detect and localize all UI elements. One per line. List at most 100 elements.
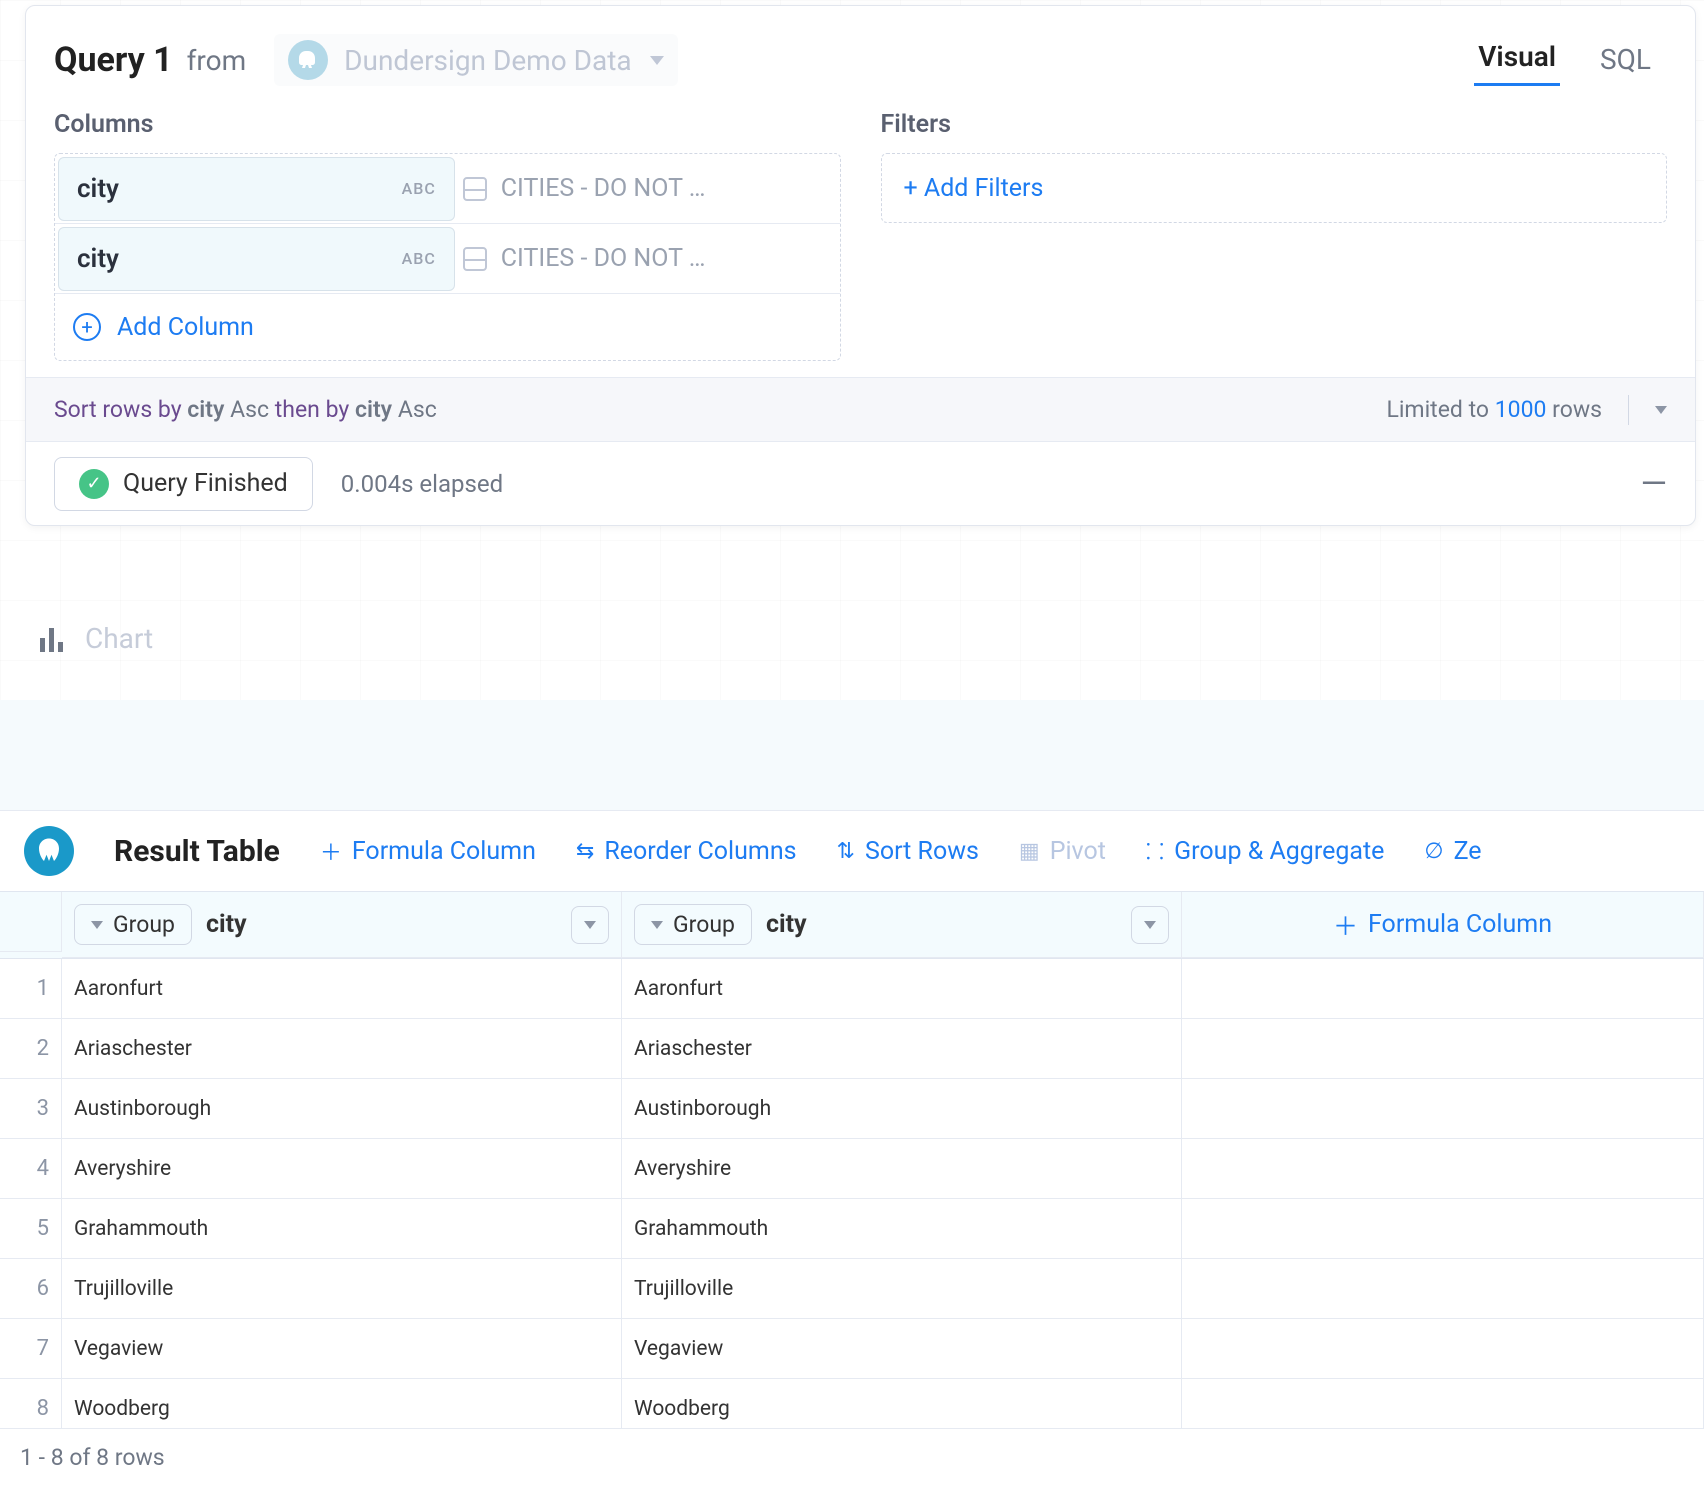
- add-filters-button[interactable]: + Add Filters: [881, 153, 1668, 223]
- column-header: Group city: [62, 892, 622, 958]
- collapse-icon[interactable]: —: [1640, 464, 1667, 504]
- limit-text: Limited to 1000 rows: [1386, 396, 1602, 423]
- cell-empty: [1182, 959, 1704, 1019]
- cell[interactable]: Averyshire: [62, 1139, 622, 1199]
- status-bar: ✓ Query Finished 0.004s elapsed —: [26, 441, 1695, 525]
- index-header: [0, 892, 62, 952]
- column-row: city ABC CITIES - DO NOT …: [55, 154, 840, 224]
- column-header: Group city: [622, 892, 1182, 958]
- column-chip[interactable]: city ABC: [58, 227, 455, 291]
- sort-dir-2: Asc: [398, 396, 437, 423]
- row-index: 1: [0, 959, 62, 1019]
- column-menu-button[interactable]: [1131, 906, 1169, 944]
- cell[interactable]: Austinborough: [622, 1079, 1182, 1139]
- cell[interactable]: Grahammouth: [622, 1199, 1182, 1259]
- reorder-columns-button[interactable]: ⇆Reorder Columns: [576, 837, 797, 866]
- results-title: Result Table: [114, 834, 280, 869]
- cell[interactable]: Ariaschester: [622, 1019, 1182, 1079]
- column-menu-button[interactable]: [571, 906, 609, 944]
- from-label: from: [187, 44, 246, 77]
- cell[interactable]: Vegaview: [62, 1319, 622, 1379]
- results-toolbar: Result Table ＋Formula Column ⇆Reorder Co…: [0, 811, 1704, 891]
- cell-empty: [1182, 1319, 1704, 1379]
- pivot-icon: ▦: [1019, 839, 1040, 864]
- query-title: Query 1: [54, 40, 173, 80]
- cell[interactable]: Austinborough: [62, 1079, 622, 1139]
- group-dropdown[interactable]: Group: [74, 904, 192, 945]
- sort-rows-button[interactable]: ⇅Sort Rows: [837, 837, 979, 866]
- table-row: 7VegaviewVegaview: [0, 1319, 1704, 1379]
- table-row: 5GrahammouthGrahammouth: [0, 1199, 1704, 1259]
- table-row: 3AustinboroughAustinborough: [0, 1079, 1704, 1139]
- column-table-ref[interactable]: CITIES - DO NOT …: [463, 244, 840, 273]
- cell[interactable]: Trujilloville: [622, 1259, 1182, 1319]
- query-panel: Query 1 from Dundersign Demo Data Visual…: [25, 5, 1696, 526]
- column-table-ref[interactable]: CITIES - DO NOT …: [463, 174, 840, 203]
- table-row: 4AveryshireAveryshire: [0, 1139, 1704, 1199]
- columns-box: city ABC CITIES - DO NOT … city ABC: [54, 153, 841, 361]
- run-status-pill[interactable]: ✓ Query Finished: [54, 457, 313, 511]
- chevron-down-icon[interactable]: [1655, 406, 1667, 414]
- cell-empty: [1182, 1199, 1704, 1259]
- filters-heading: Filters: [881, 110, 1668, 139]
- table-header-row: Group city Group city ＋ Formula Column: [0, 891, 1704, 959]
- table-body: 1AaronfurtAaronfurt2AriaschesterAriasche…: [0, 959, 1704, 1439]
- cell[interactable]: Trujilloville: [62, 1259, 622, 1319]
- zero-tool-button[interactable]: ∅Ze: [1424, 837, 1481, 866]
- tab-visual[interactable]: Visual: [1474, 34, 1560, 86]
- sort-col-1: city: [187, 396, 224, 423]
- cell-empty: [1182, 1019, 1704, 1079]
- data-source-name: Dundersign Demo Data: [344, 44, 631, 77]
- table-icon: [463, 177, 487, 201]
- mode-tabs: Visual SQL: [1474, 34, 1667, 86]
- formula-column-button[interactable]: ＋Formula Column: [320, 835, 536, 867]
- elapsed-time: 0.004s elapsed: [341, 470, 503, 498]
- cell[interactable]: Vegaview: [622, 1319, 1182, 1379]
- swap-icon: ⇆: [576, 839, 594, 864]
- columns-heading: Columns: [54, 110, 841, 139]
- column-name: city: [77, 174, 119, 204]
- cell[interactable]: Grahammouth: [62, 1199, 622, 1259]
- group-icon: ⸬: [1146, 836, 1164, 866]
- status-label: Query Finished: [123, 469, 288, 498]
- postgres-icon: [24, 826, 74, 876]
- elephant-icon: [288, 40, 328, 80]
- cell[interactable]: Aaronfurt: [622, 959, 1182, 1019]
- tab-sql[interactable]: SQL: [1596, 37, 1655, 86]
- table-row: 1AaronfurtAaronfurt: [0, 959, 1704, 1019]
- query-header: Query 1 from Dundersign Demo Data Visual…: [26, 6, 1695, 104]
- canvas-grid: [0, 700, 1704, 820]
- pivot-button[interactable]: ▦Pivot: [1019, 837, 1106, 866]
- plus-icon: ＋: [1333, 907, 1358, 943]
- add-formula-column-button[interactable]: ＋ Formula Column: [1194, 907, 1691, 943]
- sort-limit-bar[interactable]: Sort rows by city Asc then by city Asc L…: [26, 377, 1695, 441]
- sort-then: then by: [275, 396, 349, 423]
- cell[interactable]: Aaronfurt: [62, 959, 622, 1019]
- pager-bar: 1 - 8 of 8 rows: [0, 1428, 1704, 1486]
- row-index: 5: [0, 1199, 62, 1259]
- query-builder: Columns city ABC CITIES - DO NOT … city: [26, 104, 1695, 377]
- add-filters-label: + Add Filters: [904, 174, 1044, 203]
- chart-label: Chart: [85, 622, 153, 655]
- row-index: 2: [0, 1019, 62, 1079]
- row-index: 7: [0, 1319, 62, 1379]
- column-chip[interactable]: city ABC: [58, 157, 455, 221]
- plus-circle-icon: +: [73, 313, 101, 341]
- cell[interactable]: Ariaschester: [62, 1019, 622, 1079]
- empty-set-icon: ∅: [1424, 839, 1443, 864]
- add-column-label: Add Column: [117, 313, 254, 342]
- sort-dir-1: Asc: [230, 396, 269, 423]
- cell[interactable]: Averyshire: [622, 1139, 1182, 1199]
- row-index: 4: [0, 1139, 62, 1199]
- plus-icon: ＋: [320, 835, 342, 867]
- column-name: city: [77, 244, 119, 274]
- chart-placeholder[interactable]: Chart: [40, 622, 153, 655]
- data-source-selector[interactable]: Dundersign Demo Data: [274, 34, 677, 86]
- cell-empty: [1182, 1139, 1704, 1199]
- add-column-button[interactable]: + Add Column: [55, 294, 840, 360]
- column-title: city: [766, 910, 807, 939]
- table-row: 2AriaschesterAriaschester: [0, 1019, 1704, 1079]
- group-aggregate-button[interactable]: ⸬Group & Aggregate: [1146, 836, 1385, 866]
- group-dropdown[interactable]: Group: [634, 904, 752, 945]
- formula-column-header: ＋ Formula Column: [1182, 892, 1704, 958]
